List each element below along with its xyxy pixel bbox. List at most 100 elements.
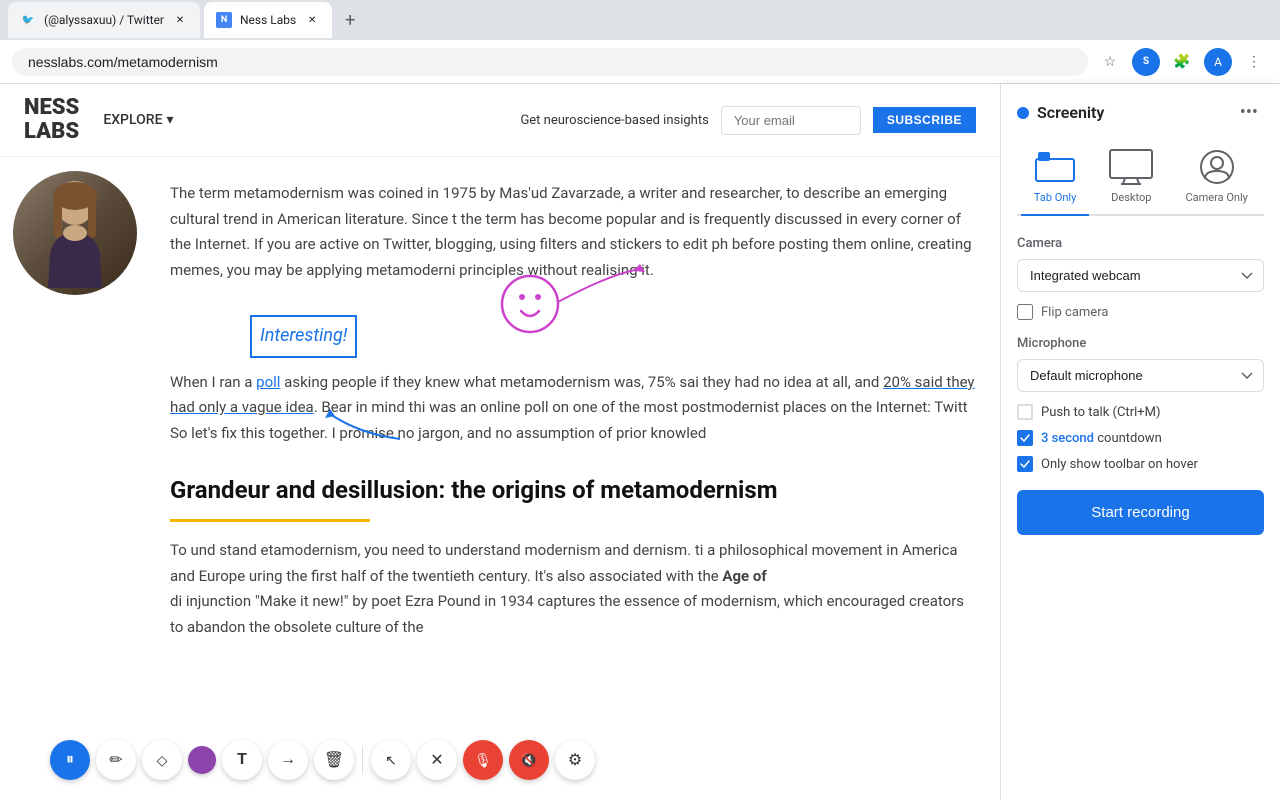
poll-link[interactable]: poll (256, 373, 280, 391)
ness-labs-tab-title: Ness Labs (240, 13, 296, 27)
cursor-icon: ↖ (385, 752, 397, 769)
tab-bar: 🐦 (@alyssaxuu) / Twitter ✕ N Ness Labs ✕… (0, 0, 1280, 40)
text-tool-button[interactable]: T (222, 740, 262, 780)
flip-camera-checkbox[interactable] (1017, 304, 1033, 320)
settings-icon: ⚙ (568, 750, 582, 770)
countdown-row: 3 second countdown (1017, 430, 1264, 446)
pen-tool-button[interactable]: ✏ (96, 740, 136, 780)
panel-menu-button[interactable]: ••• (1234, 100, 1264, 125)
desktop-mode-icon (1109, 149, 1153, 185)
camera-mode-icon (1195, 149, 1239, 185)
trash-icon: 🗑 (324, 750, 344, 770)
heading-underline (170, 519, 370, 522)
mute-mic-button[interactable]: 🎙 (463, 740, 503, 780)
article-heading: Grandeur and desillusion: the origins of… (170, 470, 976, 511)
pause-icon: ⏸ (66, 751, 74, 769)
settings-button[interactable]: ⚙ (555, 740, 595, 780)
toolbar-hover-checkbox[interactable] (1017, 456, 1033, 472)
forward-button[interactable]: → (268, 740, 308, 780)
new-tab-button[interactable]: + (336, 6, 364, 34)
tab-mode-tab[interactable]: Tab Only (1021, 141, 1089, 216)
start-recording-button[interactable]: Start recording (1017, 490, 1264, 535)
tab-mode-label: Tab Only (1034, 191, 1076, 204)
camera-select[interactable]: Integrated webcam (1017, 259, 1264, 292)
mic-mute-icon: 🎙 (474, 752, 492, 769)
camera-label: Camera (1017, 236, 1264, 251)
countdown-checkbox[interactable] (1017, 430, 1033, 446)
cursor-button[interactable]: ↖ (371, 740, 411, 780)
chevron-down-icon: ▾ (166, 112, 173, 128)
push-to-talk-label: Push to talk (Ctrl+M) (1041, 405, 1161, 420)
address-icons: ☆ S 🧩 A ⋮ (1096, 48, 1268, 76)
panel-title-row: Screenity (1017, 103, 1104, 122)
twitter-tab-close[interactable]: ✕ (172, 12, 188, 28)
color-picker-dot[interactable] (188, 746, 216, 774)
webcam-video (13, 171, 137, 295)
forward-icon: → (280, 751, 296, 769)
microphone-section: Microphone Default microphone (1017, 336, 1264, 404)
twitter-favicon: 🐦 (20, 12, 36, 28)
toolbar-hover-label: Only show toolbar on hover (1041, 457, 1198, 472)
chrome-menu-icon[interactable]: ⋮ (1240, 48, 1268, 76)
tab-mode-icon (1033, 149, 1077, 185)
bookmark-icon[interactable]: ☆ (1096, 48, 1124, 76)
screenity-panel: Screenity ••• Tab Only (1000, 84, 1280, 800)
twitter-tab[interactable]: 🐦 (@alyssaxuu) / Twitter ✕ (8, 2, 200, 38)
panel-title: Screenity (1037, 103, 1104, 122)
camera-section: Camera Integrated webcam Flip camera (1017, 236, 1264, 320)
twitter-tab-title: (@alyssaxuu) / Twitter (44, 13, 164, 27)
desktop-mode-label: Desktop (1111, 191, 1151, 204)
pen-icon: ✏ (109, 750, 122, 770)
email-input[interactable] (721, 106, 861, 135)
ness-labs-tab[interactable]: N Ness Labs ✕ (204, 2, 332, 38)
flip-camera-label: Flip camera (1041, 305, 1108, 320)
toolbar-hover-row: Only show toolbar on hover (1017, 456, 1264, 472)
camera-mode-label: Camera Only (1186, 191, 1248, 204)
webcam-bubble (10, 168, 140, 298)
close-icon: ✕ (430, 750, 443, 770)
article-paragraph-1: The term metamodernism was coined in 197… (170, 181, 976, 283)
article-content: The term metamodernism was coined in 197… (0, 157, 1000, 680)
underlined-text: 20% said they had only a vague idea (170, 373, 975, 417)
close-button[interactable]: ✕ (417, 740, 457, 780)
text-icon: T (237, 751, 247, 769)
ness-labs-tab-close[interactable]: ✕ (304, 12, 320, 28)
audio-button[interactable]: 🔇 (509, 740, 549, 780)
eraser-tool-button[interactable]: ◇ (142, 740, 182, 780)
article-body: The term metamodernism was coined in 197… (170, 181, 976, 640)
countdown-seconds: 3 second (1041, 431, 1094, 446)
desktop-mode-tab[interactable]: Desktop (1097, 141, 1165, 216)
eraser-icon: ◇ (157, 752, 168, 769)
panel-header: Screenity ••• (1017, 100, 1264, 125)
subscribe-section: Get neuroscience-based insights SUBSCRIB… (520, 106, 976, 135)
main-area: NESS LABS EXPLORE ▾ Get neuroscience-bas… (0, 84, 1280, 800)
delete-button[interactable]: 🗑 (314, 740, 354, 780)
webpage-content: NESS LABS EXPLORE ▾ Get neuroscience-bas… (0, 84, 1000, 800)
subscribe-button[interactable]: SUBSCRIBE (873, 107, 976, 133)
article-paragraph-3: To und stand etamodernism, you need to u… (170, 538, 976, 640)
push-to-talk-row: Push to talk (Ctrl+M) (1017, 404, 1264, 420)
screenity-status-dot (1017, 107, 1029, 119)
pause-button[interactable]: ⏸ (50, 740, 90, 780)
screenity-extension-icon[interactable]: S (1132, 48, 1160, 76)
ness-labs-logo: NESS LABS (24, 96, 79, 144)
toolbar-divider (362, 746, 363, 774)
speaker-icon: 🔇 (520, 752, 537, 769)
ness-labs-favicon: N (216, 12, 232, 28)
extensions-icon[interactable]: 🧩 (1168, 48, 1196, 76)
camera-mode-tab[interactable]: Camera Only (1174, 141, 1260, 216)
subscribe-label: Get neuroscience-based insights (520, 113, 708, 128)
bold-age: Age of (722, 567, 766, 585)
article-paragraph-2: When I ran a poll asking people if they … (170, 370, 976, 447)
push-to-talk-checkbox[interactable] (1017, 404, 1033, 420)
profile-avatar[interactable]: A (1204, 48, 1232, 76)
url-input[interactable] (12, 48, 1088, 76)
flip-camera-row: Flip camera (1017, 304, 1264, 320)
microphone-select[interactable]: Default microphone (1017, 359, 1264, 392)
explore-button[interactable]: EXPLORE ▾ (103, 112, 173, 128)
browser-chrome: 🐦 (@alyssaxuu) / Twitter ✕ N Ness Labs ✕… (0, 0, 1280, 84)
ness-labs-navbar: NESS LABS EXPLORE ▾ Get neuroscience-bas… (0, 84, 1000, 157)
microphone-label: Microphone (1017, 336, 1264, 351)
mode-tabs: Tab Only Desktop (1017, 141, 1264, 216)
drawing-toolbar: ⏸ ✏ ◇ T → 🗑 ↖ ✕ 🎙 🔇 ⚙ (50, 740, 595, 780)
